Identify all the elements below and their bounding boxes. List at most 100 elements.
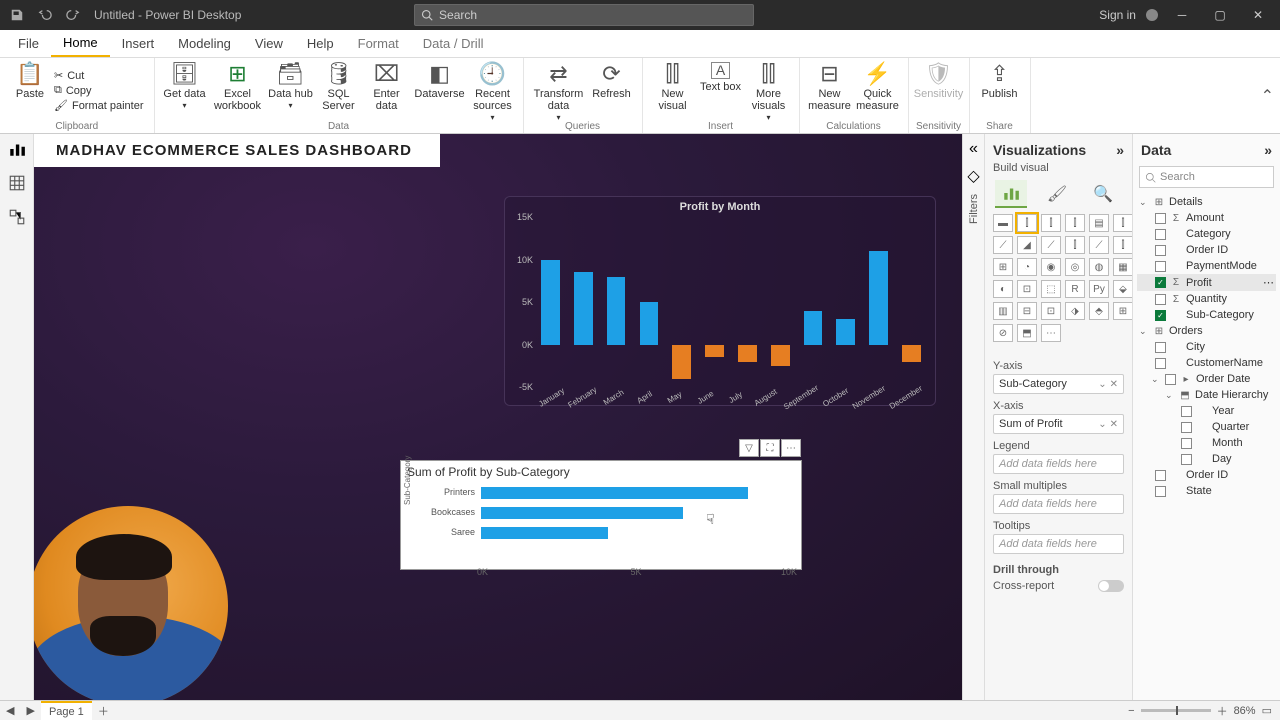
field-row[interactable]: ⌄▸Order Date: [1137, 371, 1276, 387]
field-row[interactable]: State: [1137, 483, 1276, 499]
visual-type-4[interactable]: ▤: [1089, 214, 1109, 232]
visual-type-27[interactable]: ⬗: [1065, 302, 1085, 320]
visual-type-21[interactable]: R: [1065, 280, 1085, 298]
zoom-out-icon[interactable]: −: [1128, 705, 1134, 717]
ribbon-collapse-icon[interactable]: ⌃: [1261, 86, 1274, 106]
tab-format[interactable]: Format: [346, 30, 411, 57]
field-row[interactable]: City: [1137, 339, 1276, 355]
visual-type-11[interactable]: ⫿: [1113, 236, 1133, 254]
visual-type-7[interactable]: ◢: [1017, 236, 1037, 254]
tooltips-well[interactable]: Add data fields here: [993, 534, 1124, 554]
signin-button[interactable]: Sign in: [1099, 8, 1136, 22]
visual-type-17[interactable]: ▦: [1113, 258, 1133, 276]
add-page-button[interactable]: ＋: [92, 703, 115, 719]
field-row[interactable]: Day: [1137, 451, 1276, 467]
field-row[interactable]: PaymentMode: [1137, 258, 1276, 274]
tab-home[interactable]: Home: [51, 30, 110, 57]
visual-type-15[interactable]: ◎: [1065, 258, 1085, 276]
cross-report-toggle[interactable]: [1098, 580, 1124, 592]
visual-type-19[interactable]: ⊡: [1017, 280, 1037, 298]
analytics-tab[interactable]: 🔍: [1087, 180, 1119, 208]
report-view-icon[interactable]: [8, 140, 26, 158]
data-view-icon[interactable]: [8, 174, 26, 192]
visual-type-30[interactable]: ⊘: [993, 324, 1013, 342]
zoom-slider[interactable]: [1141, 709, 1211, 712]
field-row[interactable]: Order ID: [1137, 467, 1276, 483]
field-row[interactable]: Order ID: [1137, 242, 1276, 258]
field-row[interactable]: ⌄⊞Orders: [1137, 323, 1276, 339]
yaxis-well[interactable]: Sub-Category⌄✕: [993, 374, 1124, 394]
tab-help[interactable]: Help: [295, 30, 346, 57]
data-search[interactable]: Search: [1139, 166, 1274, 188]
visual-focus-icon[interactable]: ⛶: [760, 439, 780, 457]
visual-type-1[interactable]: ⫿: [1017, 214, 1037, 232]
visual-type-8[interactable]: ⟋: [1041, 236, 1061, 254]
visual-type-9[interactable]: ⫿: [1065, 236, 1085, 254]
visual-type-29[interactable]: ⊞: [1113, 302, 1133, 320]
avatar-icon[interactable]: [1146, 9, 1158, 21]
visual-type-24[interactable]: ▥: [993, 302, 1013, 320]
visual-type-6[interactable]: ⟋: [993, 236, 1013, 254]
report-canvas[interactable]: MADHAV ECOMMERCE SALES DASHBOARD Profit …: [34, 134, 962, 700]
format-painter-button[interactable]: 🖌 Format painter: [54, 99, 144, 112]
field-row[interactable]: ΣQuantity: [1137, 291, 1276, 307]
tab-view[interactable]: View: [243, 30, 295, 57]
maximize-button[interactable]: ▢: [1206, 1, 1234, 29]
filters-pane-collapsed[interactable]: « ◇ Filters: [962, 134, 984, 700]
copy-button[interactable]: ⧉ Copy: [54, 84, 144, 97]
visual-type-32[interactable]: ⋯: [1041, 324, 1061, 342]
tab-insert[interactable]: Insert: [110, 30, 167, 57]
visual-type-12[interactable]: ⊞: [993, 258, 1013, 276]
redo-icon[interactable]: [66, 8, 80, 22]
tab-modeling[interactable]: Modeling: [166, 30, 243, 57]
save-icon[interactable]: [10, 8, 24, 22]
page-tab[interactable]: Page 1: [41, 701, 92, 720]
visual-filter-icon[interactable]: ▽: [739, 439, 759, 457]
field-row[interactable]: ✓Sub-Category: [1137, 307, 1276, 323]
visual-type-23[interactable]: ⬙: [1113, 280, 1133, 298]
visual-type-28[interactable]: ⬘: [1089, 302, 1109, 320]
format-visual-tab[interactable]: 🖌: [1041, 180, 1073, 208]
model-view-icon[interactable]: [8, 208, 26, 226]
visual-type-20[interactable]: ⬚: [1041, 280, 1061, 298]
visual-type-22[interactable]: Py: [1089, 280, 1109, 298]
page-prev-icon[interactable]: ◀: [0, 704, 20, 717]
visual-more-icon[interactable]: ⋯: [781, 439, 801, 457]
fit-page-icon[interactable]: ▭: [1262, 704, 1272, 717]
cut-button[interactable]: ✂ Cut: [54, 69, 144, 82]
field-row[interactable]: Month: [1137, 435, 1276, 451]
visual-type-2[interactable]: ⫿: [1041, 214, 1061, 232]
expand-icon[interactable]: »: [1264, 142, 1272, 158]
smallmult-well[interactable]: Add data fields here: [993, 494, 1124, 514]
undo-icon[interactable]: [38, 8, 52, 22]
minimize-button[interactable]: ─: [1168, 1, 1196, 29]
global-search[interactable]: Search: [414, 4, 754, 26]
xaxis-well[interactable]: Sum of Profit⌄✕: [993, 414, 1124, 434]
field-row[interactable]: ⌄⬒Date Hierarchy: [1137, 387, 1276, 403]
profit-by-month-chart[interactable]: Profit by Month 15K10K5K0K-5KJanuaryFebr…: [504, 196, 936, 406]
profit-by-subcategory-chart[interactable]: ▽ ⛶ ⋯ Sum of Profit by Sub-Category Sub-…: [400, 460, 802, 570]
field-row[interactable]: Quarter: [1137, 419, 1276, 435]
field-row[interactable]: CustomerName: [1137, 355, 1276, 371]
visual-type-25[interactable]: ⊟: [1017, 302, 1037, 320]
field-row[interactable]: ✓ΣProfit⋯: [1137, 274, 1276, 291]
visual-type-3[interactable]: ⫿: [1065, 214, 1085, 232]
page-next-icon[interactable]: ▶: [20, 704, 40, 717]
tab-datadrill[interactable]: Data / Drill: [411, 30, 496, 57]
field-row[interactable]: ⌄⊞Details: [1137, 194, 1276, 210]
expand-icon[interactable]: »: [1116, 142, 1124, 158]
field-row[interactable]: ΣAmount: [1137, 210, 1276, 226]
field-row[interactable]: Year: [1137, 403, 1276, 419]
visual-type-0[interactable]: ▬: [993, 214, 1013, 232]
visual-type-13[interactable]: ◔: [1017, 258, 1037, 276]
zoom-in-icon[interactable]: ＋: [1217, 703, 1228, 719]
visual-type-18[interactable]: ◐: [993, 280, 1013, 298]
legend-well[interactable]: Add data fields here: [993, 454, 1124, 474]
visual-type-14[interactable]: ◉: [1041, 258, 1061, 276]
tab-file[interactable]: File: [6, 30, 51, 57]
visual-type-26[interactable]: ⊡: [1041, 302, 1061, 320]
close-button[interactable]: ✕: [1244, 1, 1272, 29]
build-visual-tab[interactable]: [995, 180, 1027, 208]
visual-type-31[interactable]: ⬒: [1017, 324, 1037, 342]
visual-type-5[interactable]: ⫿: [1113, 214, 1133, 232]
